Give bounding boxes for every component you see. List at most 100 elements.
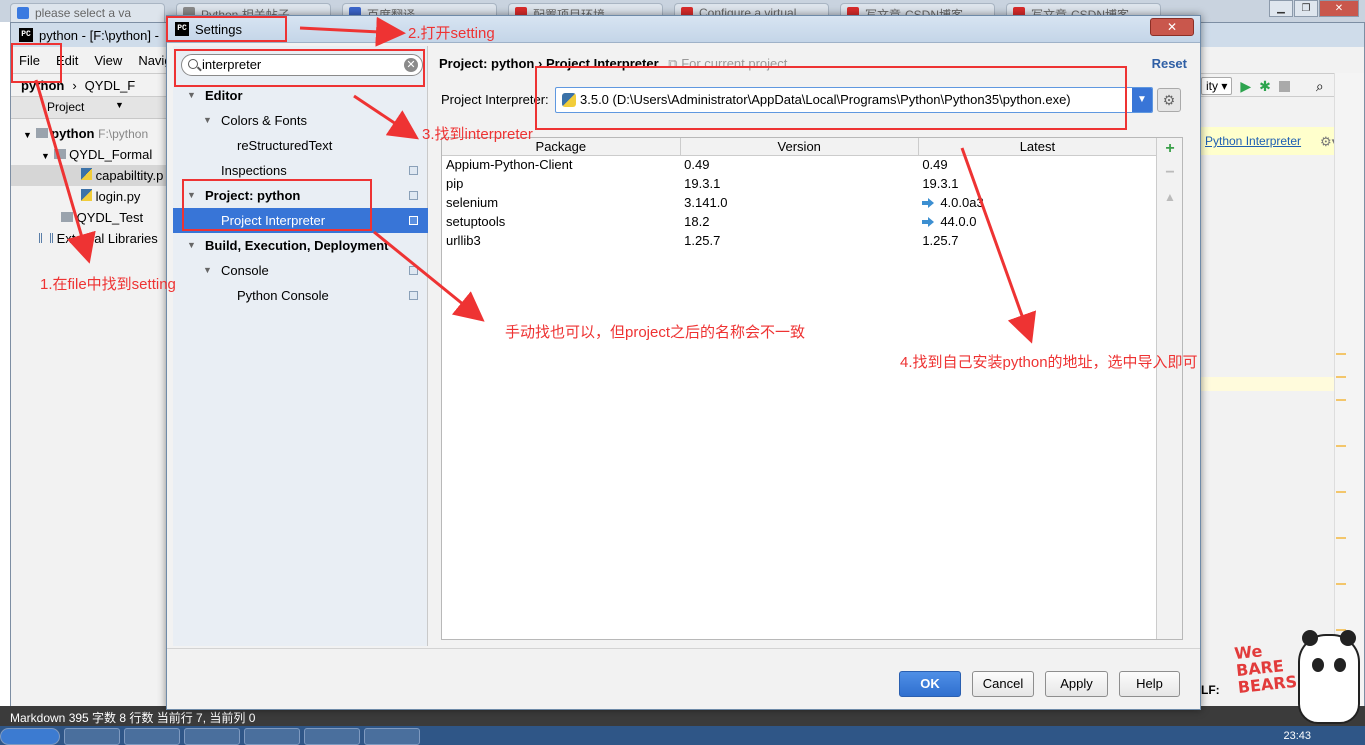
cell-version: 0.49 [684, 157, 710, 173]
tree-item-qydl-formal[interactable]: ▼ QYDL_Formal [11, 144, 166, 165]
menu-view[interactable]: View [86, 53, 130, 68]
run-config-combo[interactable]: ity ▾ [1201, 77, 1233, 95]
triangle-down-icon[interactable]: ▼ [187, 233, 196, 258]
project-scope-icon [409, 191, 418, 200]
dropdown-arrow-icon[interactable]: ▼ [1132, 88, 1152, 112]
tree-item-qydl-test[interactable]: QYDL_Test [11, 207, 166, 228]
reset-link[interactable]: Reset [1152, 56, 1187, 71]
start-button[interactable] [0, 728, 60, 745]
project-scope-icon [409, 216, 418, 225]
taskbar-clock: 23:43 [1283, 730, 1311, 742]
cell-package: setuptools [446, 214, 506, 229]
settings-sidebar: interpreter ✕ ▼ Editor ▼ Colors & Fonts reSt… [173, 46, 428, 646]
settings-tree-item[interactable]: Python Console [173, 283, 428, 308]
help-button[interactable]: Help [1119, 671, 1180, 697]
gear-icon: ⚙ [1162, 92, 1176, 108]
restore-icon[interactable]: ❐ [1294, 0, 1318, 17]
taskbar-terminal-icon[interactable] [244, 728, 300, 745]
tree-item-capability[interactable]: capabiltity.p [11, 165, 166, 186]
line-separator-indicator[interactable]: LF: [1201, 683, 1220, 697]
debug-icon[interactable]: ✱ [1259, 78, 1271, 95]
taskbar-chrome-icon[interactable] [124, 728, 180, 745]
python-file-icon [81, 189, 92, 201]
column-header-latest[interactable]: Latest [918, 138, 1158, 156]
taskbar-tool-icon[interactable] [364, 728, 420, 745]
annotation-step2: 2.打开setting [408, 25, 495, 42]
settings-title-bar: PC Settings [167, 16, 1200, 43]
cell-version: 19.3.1 [684, 176, 721, 191]
settings-tree-item[interactable]: reStructuredText [173, 133, 428, 158]
upgrade-package-icon[interactable]: ▲ [1163, 190, 1177, 204]
triangle-down-icon[interactable]: ▼ [41, 151, 50, 161]
dialog-close-button[interactable]: ✕ [1150, 18, 1194, 36]
table-row[interactable]: selenium 3.141.0 4.0.0a3 [442, 193, 1157, 212]
folder-icon [61, 212, 73, 222]
project-tab-label: Project [47, 100, 85, 114]
settings-tree-item[interactable]: ▼ Console [173, 258, 428, 283]
taskbar-app-icon[interactable] [184, 728, 240, 745]
taskbar-ie-icon[interactable] [64, 728, 120, 745]
annotation-manual-note: 手动找也可以，但project之后的名称会不一致 [505, 324, 806, 341]
tree-item-login[interactable]: login.py [11, 186, 166, 207]
close-icon[interactable]: ✕ [1319, 0, 1359, 17]
panda-illustration [1298, 630, 1360, 724]
browser-tab[interactable]: please select a va [10, 3, 165, 22]
editor-scroll-strip[interactable] [1334, 73, 1364, 713]
table-row[interactable]: setuptools 18.2 44.0.0 [442, 212, 1157, 231]
ok-button[interactable]: OK [899, 671, 961, 697]
search-everywhere-icon[interactable]: ⌕ [1316, 78, 1324, 95]
close-icon: ✕ [1166, 20, 1178, 34]
annotation-step3: 3.找到interpreter [422, 126, 533, 143]
cell-version: 3.141.0 [684, 195, 728, 210]
windows-taskbar: 23:43 [0, 726, 1365, 745]
table-row[interactable]: urllib3 1.25.7 1.25.7 [442, 231, 1157, 250]
triangle-down-icon[interactable]: ▼ [203, 258, 212, 283]
cell-version: 1.25.7 [684, 233, 721, 248]
add-package-icon[interactable]: + [1163, 140, 1177, 158]
table-row[interactable]: pip 19.3.1 19.3.1 [442, 174, 1157, 193]
taskbar-pycharm-icon[interactable] [304, 728, 360, 745]
sticker-text: We BARE BEARS [1233, 641, 1298, 697]
cell-version: 18.2 [684, 214, 710, 229]
browser-window-controls: ▁ ❐ ✕ [1269, 0, 1359, 18]
annotation-box-interpreter-path [535, 66, 1127, 130]
gutter-mark [1336, 583, 1346, 585]
annotation-step1: 1.在file中找到setting [40, 276, 176, 293]
interpreter-label: Project Interpreter: [441, 92, 549, 107]
interpreter-settings-button[interactable]: ⚙ [1157, 88, 1181, 112]
gutter-mark [1336, 537, 1346, 539]
settings-tree-item[interactable]: ▼ Build, Execution, Deployment [173, 233, 428, 258]
current-line-highlight [1201, 377, 1341, 391]
tree-item-external-libraries[interactable]: External Libraries [11, 228, 166, 249]
gutter-mark [1336, 353, 1346, 355]
settings-tree-item[interactable]: ▼ Colors & Fonts [173, 108, 428, 133]
annotation-step4: 4.找到自己安装python的地址，选中导入即可 [900, 354, 1198, 371]
nav-folder[interactable]: QYDL_F [85, 78, 136, 93]
run-icon[interactable]: ▶ [1240, 78, 1251, 95]
settings-tree-label: Colors & Fonts [221, 113, 307, 128]
breadcrumb-parent: Project: python [439, 56, 535, 71]
python-file-icon [81, 168, 92, 180]
project-scope-icon [409, 266, 418, 275]
chevron-down-icon[interactable]: ▼ [115, 100, 124, 110]
chevron-right-icon: › [72, 77, 77, 93]
minimize-icon[interactable]: ▁ [1269, 0, 1293, 17]
table-row[interactable]: Appium-Python-Client 0.49 0.49 [442, 155, 1157, 174]
remove-package-icon[interactable]: − [1163, 164, 1177, 182]
cancel-button[interactable]: Cancel [972, 671, 1034, 697]
project-tool-header[interactable]: Project ▼ [11, 97, 166, 119]
triangle-down-icon[interactable]: ▼ [23, 130, 32, 140]
stop-icon[interactable] [1278, 80, 1290, 92]
cell-package: selenium [446, 195, 499, 210]
annotation-box-project-interpreter [182, 179, 372, 231]
tree-item-root[interactable]: ▼ python F:\python [11, 123, 166, 144]
bare-bears-sticker: We BARE BEARS [1232, 630, 1362, 726]
apply-button[interactable]: Apply [1045, 671, 1108, 697]
triangle-down-icon[interactable]: ▼ [203, 108, 212, 133]
browser-tab-label: please select a va [35, 6, 132, 20]
gutter-mark [1336, 491, 1346, 493]
ide-title: python - [F:\python] - [39, 27, 159, 43]
annotation-box-file-menu [11, 43, 62, 83]
library-icon [39, 233, 53, 243]
column-header-version[interactable]: Version [680, 138, 919, 156]
